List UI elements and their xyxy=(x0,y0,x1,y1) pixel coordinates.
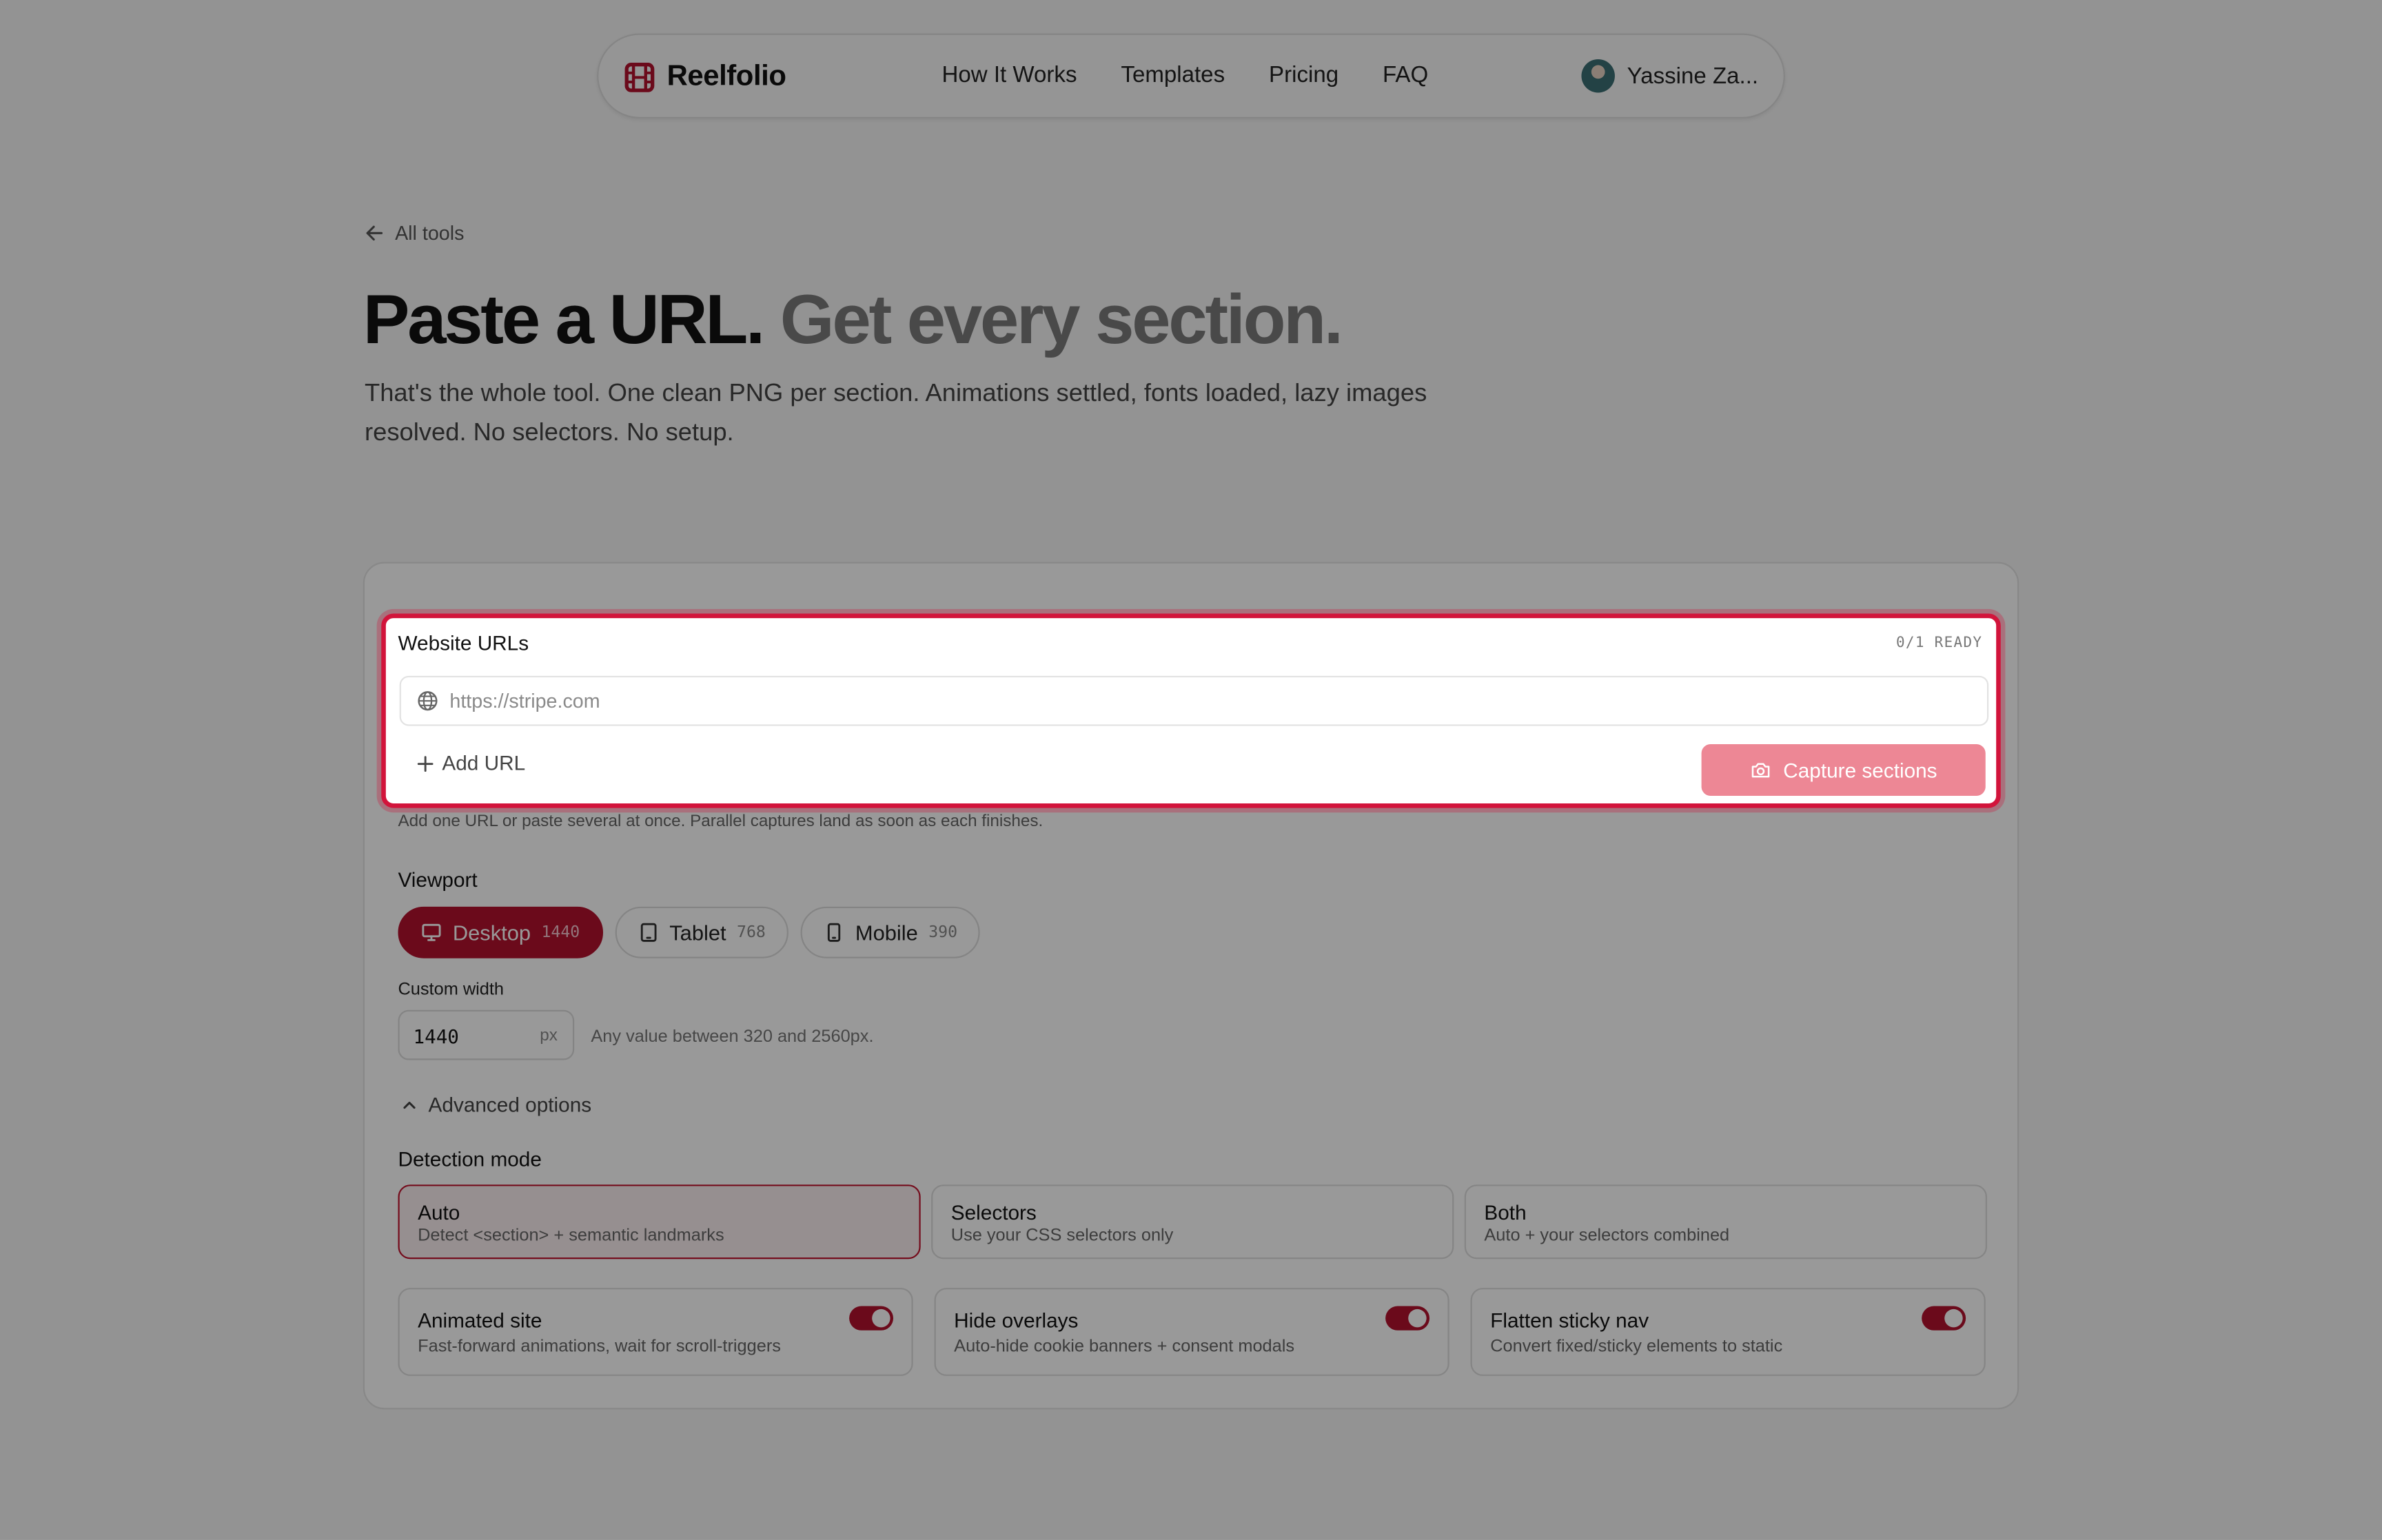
add-url-button[interactable]: Add URL xyxy=(416,752,525,774)
add-url-label: Add URL xyxy=(442,752,526,775)
page: Reelfolio How It Works Templates Pricing… xyxy=(0,0,2382,1540)
camera-icon xyxy=(1751,763,1770,778)
ready-status-badge: 0/1 READY xyxy=(1895,635,1983,652)
website-urls-panel: Website URLs 0/1 READY Add URL Capture s… xyxy=(381,613,2001,808)
plus-icon xyxy=(417,755,434,771)
url-input[interactable] xyxy=(449,677,1954,725)
globe-icon xyxy=(418,691,438,711)
capture-sections-label: Capture sections xyxy=(1783,758,1937,782)
capture-sections-button[interactable]: Capture sections xyxy=(1701,744,1986,796)
website-urls-title: Website URLs xyxy=(398,631,529,655)
url-field xyxy=(399,675,1989,726)
